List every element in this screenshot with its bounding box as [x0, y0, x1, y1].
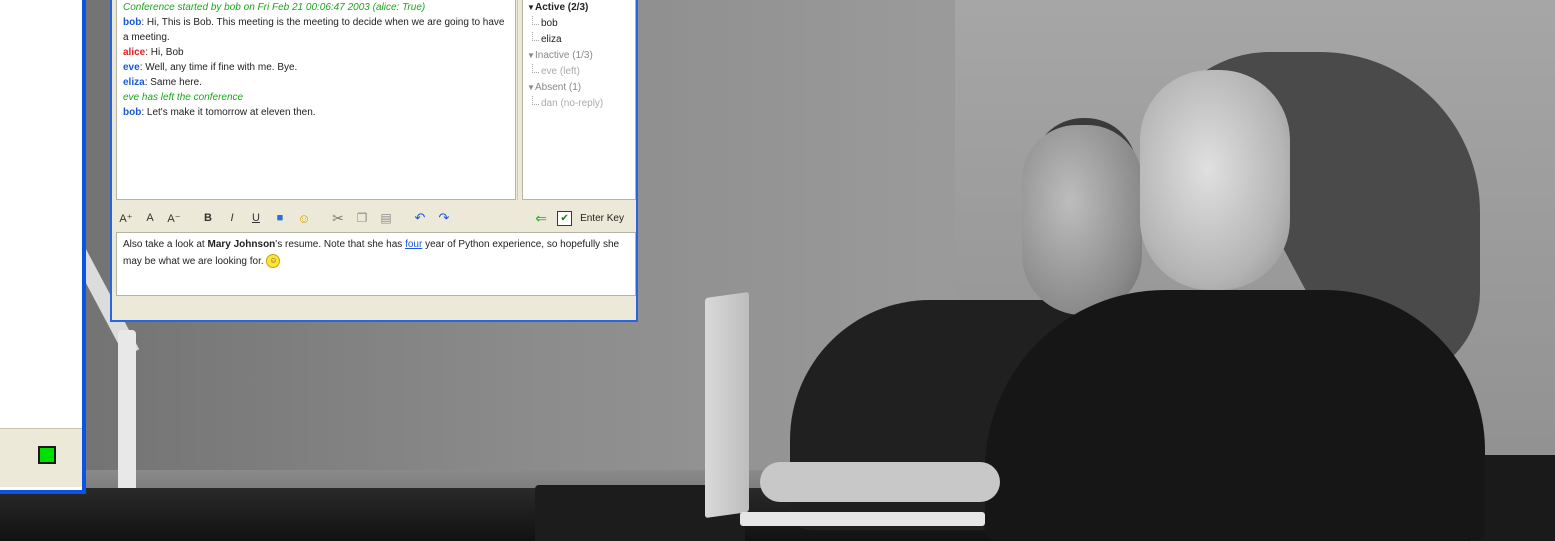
message-text: : Well, any time if fine with me. Bye.	[139, 62, 298, 73]
format-toolbar: A⁺ A A⁻ B I U ■ ☺ ✂ ❐ ▤ ↶ ↷ ⇐ ✔ Enter Ke…	[116, 206, 636, 230]
online-status-indicator[interactable]	[38, 446, 56, 464]
color-icon[interactable]: ■	[270, 208, 290, 228]
system-message: eve has left the conference	[123, 92, 244, 103]
message-text: : Let's make it tomorrow at eleven then.	[141, 107, 316, 118]
message-line: eve: Well, any time if fine with me. Bye…	[123, 60, 509, 75]
message-line: bob: Hi, This is Bob. This meeting is th…	[123, 15, 509, 45]
man-head	[1022, 125, 1142, 315]
message-author: bob	[123, 17, 142, 28]
redo-icon[interactable]: ↷	[434, 208, 454, 228]
emoticon-icon[interactable]: ☺	[294, 208, 314, 228]
roster-member[interactable]: dan (no-reply)	[523, 96, 635, 112]
chat-statusbar	[116, 300, 636, 318]
bold-icon[interactable]: B	[198, 208, 218, 228]
message-line: eliza: Same here.	[123, 75, 509, 90]
underline-icon[interactable]: U	[246, 208, 266, 228]
system-message: Conference started by bob on Fri Feb 21 …	[123, 2, 426, 13]
message-author: bob	[123, 107, 142, 118]
collapse-triangle-icon[interactable]: ▼	[527, 80, 535, 96]
laptop-base	[740, 512, 985, 526]
roster-member[interactable]: bob	[523, 16, 635, 32]
collapse-triangle-icon[interactable]: ▼	[527, 0, 535, 16]
woman-figure	[985, 290, 1485, 540]
message-author: alice	[123, 47, 146, 58]
font-shrink-icon[interactable]: A⁻	[164, 208, 184, 228]
message-line: bob: Let's make it tomorrow at eleven th…	[123, 105, 509, 120]
chat-window: Conference started by bob on Fri Feb 21 …	[110, 0, 638, 322]
participant-roster[interactable]: ▼Active (2/3) bob eliza ▼Inactive (1/3) …	[522, 0, 636, 200]
undo-icon[interactable]: ↶	[410, 208, 430, 228]
message-author: eve	[123, 62, 140, 73]
message-text: : Same here.	[144, 77, 202, 88]
hands	[760, 462, 1000, 502]
message-text: : Hi, This is Bob. This meeting is the m…	[123, 17, 505, 43]
left-window	[0, 0, 86, 494]
enter-key-label: Enter Key	[580, 212, 624, 224]
left-window-statusbar	[0, 428, 82, 487]
font-reset-icon[interactable]: A	[140, 208, 160, 228]
cut-icon[interactable]: ✂	[328, 208, 348, 228]
toolbar-separator	[318, 208, 324, 228]
smiley-icon: ☺	[266, 254, 281, 269]
compose-input[interactable]: Also take a look at Mary Johnson's resum…	[116, 232, 636, 296]
checkbox-icon[interactable]: ✔	[557, 210, 573, 226]
message-author: eliza	[123, 77, 145, 88]
roster-group-inactive[interactable]: ▼Inactive (1/3)	[523, 48, 635, 64]
message-text: : Hi, Bob	[145, 47, 184, 58]
message-line: alice: Hi, Bob	[123, 45, 509, 60]
toolbar-separator	[188, 208, 194, 228]
copy-icon[interactable]: ❐	[352, 208, 372, 228]
collapse-triangle-icon[interactable]: ▼	[527, 48, 535, 64]
message-log[interactable]: Conference started by bob on Fri Feb 21 …	[116, 0, 516, 200]
roster-member[interactable]: eve (left)	[523, 64, 635, 80]
woman-head	[1140, 70, 1290, 290]
bold-name: Mary Johnson	[207, 239, 276, 250]
roster-group-active[interactable]: ▼Active (2/3)	[523, 0, 635, 16]
paste-icon[interactable]: ▤	[376, 208, 396, 228]
send-arrow-icon[interactable]: ⇐	[531, 208, 551, 228]
font-grow-icon[interactable]: A⁺	[116, 208, 136, 228]
toolbar-separator	[400, 208, 406, 228]
roster-member[interactable]: eliza	[523, 32, 635, 48]
lamp-pole	[118, 330, 136, 500]
italic-icon[interactable]: I	[222, 208, 242, 228]
compose-link[interactable]: four	[405, 239, 422, 250]
laptop-screen	[705, 291, 749, 519]
roster-group-absent[interactable]: ▼Absent (1)	[523, 80, 635, 96]
